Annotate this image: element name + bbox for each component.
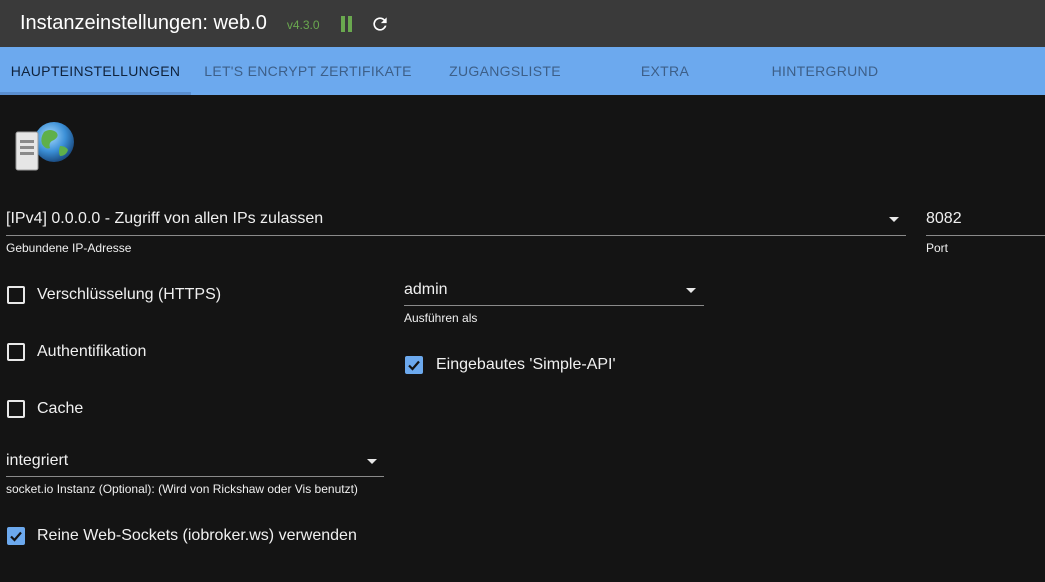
reload-icon[interactable]: [370, 14, 390, 34]
tab-main-settings[interactable]: HAUPTEINSTELLUNGEN: [0, 47, 191, 95]
bind-ip-select[interactable]: [IPv4] 0.0.0.0 - Zugriff von allen IPs z…: [6, 210, 323, 228]
tab-extra[interactable]: EXTRA: [585, 47, 745, 95]
https-checkbox-label[interactable]: Verschlüsselung (HTTPS): [37, 286, 221, 304]
bind-ip-underline: [6, 235, 906, 236]
run-as-underline: [404, 305, 704, 306]
pure-websockets-checkbox[interactable]: [7, 527, 25, 545]
pure-websockets-checkbox-label[interactable]: Reine Web-Sockets (iobroker.ws) verwende…: [37, 527, 357, 545]
https-checkbox[interactable]: [7, 286, 25, 304]
tab-access-list[interactable]: ZUGANGSLISTE: [425, 47, 585, 95]
socketio-underline: [6, 476, 384, 477]
pause-icon[interactable]: [340, 15, 354, 32]
port-label: Port: [926, 241, 949, 255]
port-input[interactable]: 8082: [926, 210, 962, 228]
run-as-select[interactable]: admin: [404, 281, 448, 299]
socketio-label: socket.io Instanz (Optional): (Wird von …: [6, 482, 358, 496]
socketio-dropdown-arrow-icon[interactable]: [367, 459, 377, 464]
checkmark-icon: [408, 360, 420, 371]
active-tab-indicator: [0, 92, 191, 95]
cache-checkbox-label[interactable]: Cache: [37, 400, 83, 418]
page-title: Instanzeinstellungen: web.0: [20, 12, 267, 34]
simple-api-checkbox-label[interactable]: Eingebautes 'Simple-API': [436, 356, 616, 374]
version-label: v4.3.0: [286, 18, 320, 32]
tab-letsencrypt[interactable]: LET'S ENCRYPT ZERTIFIKATE: [191, 47, 425, 95]
bind-ip-dropdown-arrow-icon[interactable]: [889, 217, 899, 222]
simple-api-checkbox[interactable]: [405, 356, 423, 374]
bind-ip-label: Gebundene IP-Adresse: [6, 241, 132, 255]
title-bar: Instanzeinstellungen: web.0 v4.3.0: [0, 0, 1045, 47]
port-underline: [926, 235, 1045, 236]
authentication-checkbox[interactable]: [7, 343, 25, 361]
cache-checkbox[interactable]: [7, 400, 25, 418]
tab-bar: HAUPTEINSTELLUNGEN LET'S ENCRYPT ZERTIFI…: [0, 47, 1045, 95]
run-as-label: Ausführen als: [404, 311, 478, 325]
checkmark-icon: [10, 531, 22, 542]
authentication-checkbox-label[interactable]: Authentifikation: [37, 343, 146, 361]
socketio-instance-select[interactable]: integriert: [6, 452, 68, 470]
web-server-logo-icon: [15, 122, 74, 171]
tab-background[interactable]: HINTERGRUND: [745, 47, 905, 95]
run-as-dropdown-arrow-icon[interactable]: [686, 288, 696, 293]
